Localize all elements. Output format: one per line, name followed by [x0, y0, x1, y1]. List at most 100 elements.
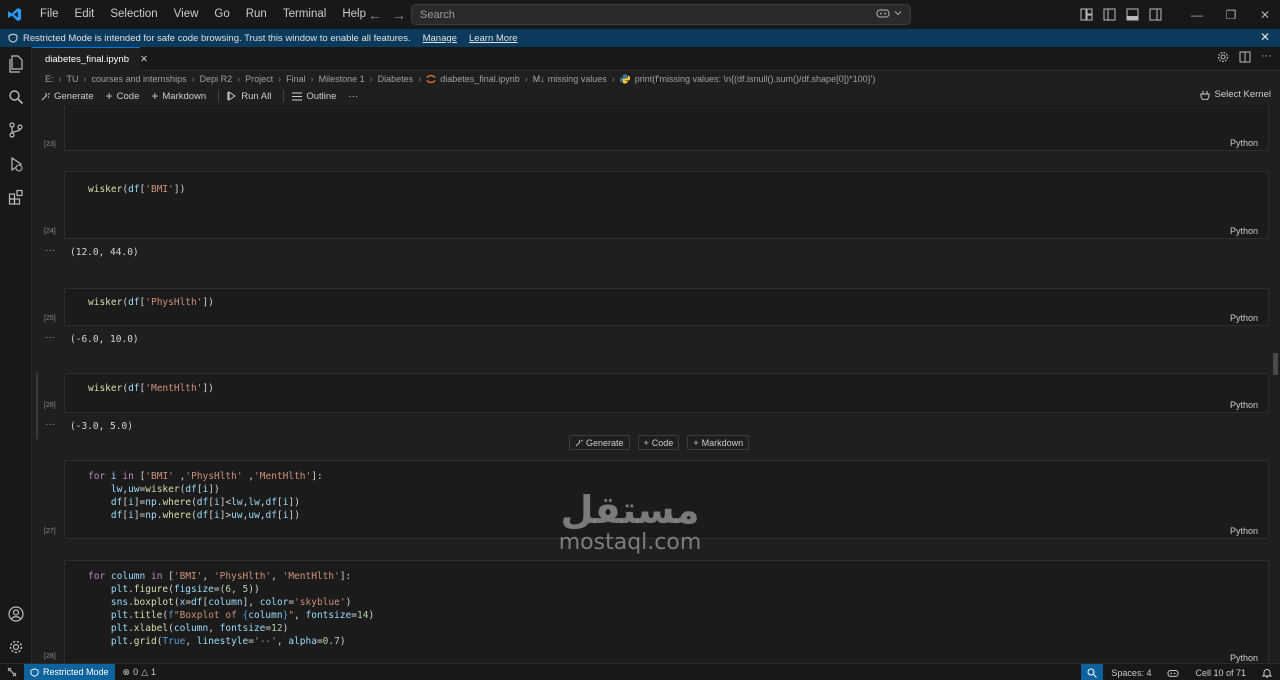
account-icon[interactable] — [6, 604, 26, 624]
customize-layout-icon[interactable] — [1080, 8, 1093, 21]
forward-arrow-icon[interactable]: → — [392, 7, 406, 23]
settings-gear-icon[interactable] — [1217, 51, 1229, 63]
code-cell[interactable]: wisker(df['PhysHlth']) Python — [64, 288, 1269, 326]
close-window-icon[interactable]: ✕ — [1248, 8, 1280, 22]
cell-code[interactable]: wisker(df['BMI']) — [88, 183, 185, 196]
outline-button[interactable]: Outline — [292, 91, 336, 102]
notifications-bell-icon[interactable] — [1254, 668, 1280, 678]
learn-more-link[interactable]: Learn More — [469, 33, 518, 44]
cell-code[interactable]: for column in ['BMI', 'PhysHlth', 'MentH… — [88, 570, 374, 648]
kernel-icon — [1200, 90, 1210, 100]
restricted-mode-button[interactable]: Restricted Mode — [24, 663, 115, 680]
explorer-icon[interactable] — [6, 54, 26, 74]
breadcrumb-item[interactable]: missing values — [548, 74, 607, 84]
manage-link[interactable]: Manage — [423, 33, 457, 44]
execution-count: [23] — [44, 141, 56, 148]
menu-selection[interactable]: Selection — [102, 0, 165, 29]
run-all-button[interactable]: Run All — [227, 91, 271, 102]
insert-markdown-button[interactable]: + Markdown — [687, 435, 750, 450]
minimize-icon[interactable]: — — [1180, 8, 1214, 22]
indentation-status[interactable]: Spaces: 4 — [1103, 668, 1159, 678]
breadcrumb-item[interactable]: courses and internships — [92, 74, 187, 84]
breadcrumb-item[interactable]: Final — [286, 74, 306, 84]
extensions-icon[interactable] — [6, 187, 26, 207]
split-editor-icon[interactable] — [1239, 51, 1251, 63]
close-icon[interactable]: ✕ — [1260, 30, 1270, 44]
execution-count: [25] — [44, 315, 56, 322]
code-cell[interactable]: for column in ['BMI', 'PhysHlth', 'MentH… — [64, 560, 1269, 663]
insert-markdown-label: Markdown — [701, 437, 744, 448]
breadcrumb-item[interactable]: Milestone 1 — [319, 74, 365, 84]
more-actions-icon[interactable]: ··· — [1261, 51, 1272, 63]
scrollbar-thumb[interactable] — [1273, 353, 1278, 375]
insert-generate-label: Generate — [586, 437, 624, 448]
python-icon — [619, 74, 630, 84]
menu-go[interactable]: Go — [206, 0, 237, 29]
toggle-secondary-sidebar-icon[interactable] — [1149, 8, 1162, 21]
cell-language[interactable]: Python — [1230, 313, 1258, 323]
error-icon: ⊗ — [122, 666, 131, 677]
back-arrow-icon[interactable]: ← — [368, 7, 382, 23]
insert-code-button[interactable]: + Code — [637, 435, 680, 450]
status-bar: Restricted Mode ⊗ 0 △ 1 Spaces: 4 Cell 1… — [0, 663, 1280, 680]
breadcrumb-item[interactable]: E: — [45, 74, 54, 84]
code-cell[interactable]: wisker(df['MentHlth']) Python — [64, 373, 1269, 413]
menu-edit[interactable]: Edit — [67, 0, 103, 29]
cell-output: (12.0, 44.0) — [70, 247, 139, 258]
more-actions-icon[interactable]: ··· — [348, 91, 358, 102]
breadcrumb-item[interactable]: Diabetes — [378, 74, 414, 84]
menu-terminal[interactable]: Terminal — [275, 0, 334, 29]
select-kernel-label: Select Kernel — [1214, 89, 1271, 100]
menu-view[interactable]: View — [166, 0, 207, 29]
add-code-button[interactable]: + Code — [106, 89, 140, 103]
toggle-primary-sidebar-icon[interactable] — [1103, 8, 1116, 21]
code-label: Code — [116, 90, 140, 102]
copilot-menu[interactable] — [876, 7, 902, 19]
copilot-status-icon[interactable] — [1159, 668, 1187, 678]
search-icon[interactable] — [6, 87, 26, 107]
breadcrumb-item[interactable]: Project — [245, 74, 273, 84]
add-markdown-button[interactable]: + Markdown — [151, 89, 206, 103]
toggle-panel-icon[interactable] — [1126, 8, 1139, 21]
run-debug-icon[interactable] — [6, 154, 26, 174]
source-control-icon[interactable] — [6, 120, 26, 140]
plus-icon: + — [693, 437, 699, 448]
output-more-icon[interactable]: ··· — [45, 419, 55, 430]
run-all-label: Run All — [241, 90, 272, 102]
cell-language[interactable]: Python — [1230, 226, 1258, 236]
output-more-icon[interactable]: ··· — [45, 332, 55, 343]
breadcrumb-item[interactable]: diabetes_final.ipynb — [440, 74, 520, 84]
tab-diabetes-final[interactable]: diabetes_final.ipynb ✕ — [32, 47, 148, 71]
tab-close-icon[interactable]: ✕ — [140, 54, 148, 65]
breadcrumb-item[interactable]: TU — [67, 74, 79, 84]
cell-language[interactable]: Python — [1230, 138, 1258, 148]
gear-icon[interactable] — [6, 637, 26, 657]
code-cell[interactable]: Python — [64, 105, 1269, 151]
insert-generate-button[interactable]: Generate — [569, 435, 630, 450]
zoom-icon[interactable] — [1081, 664, 1104, 680]
cell-code[interactable]: wisker(df['PhysHlth']) — [88, 296, 214, 309]
problems-indicator[interactable]: ⊗ 0 △ 1 — [123, 667, 157, 678]
insert-cell-toolbar: Generate + Code + Markdown — [569, 435, 750, 450]
execution-count: [26] — [44, 402, 56, 409]
generate-button[interactable]: Generate — [41, 91, 94, 102]
cell-language[interactable]: Python — [1230, 526, 1258, 536]
output-more-icon[interactable]: ··· — [45, 245, 55, 256]
code-cell[interactable]: wisker(df['BMI']) Python — [64, 171, 1269, 239]
select-kernel-button[interactable]: Select Kernel — [1200, 89, 1271, 100]
cell-code[interactable]: wisker(df['MentHlth']) — [88, 382, 214, 395]
cell-code[interactable]: for i in ['BMI' ,'PhysHlth' ,'MentHlth']… — [88, 470, 323, 522]
remote-indicator-icon[interactable] — [0, 664, 24, 680]
tab-title: diabetes_final.ipynb — [45, 54, 129, 65]
cell-language[interactable]: Python — [1230, 653, 1258, 663]
command-center-search[interactable]: Search — [411, 4, 911, 25]
breadcrumb-item[interactable]: print(f'missing values: \n{(df.isnull().… — [635, 74, 876, 84]
menu-file[interactable]: File — [32, 0, 67, 29]
restore-icon[interactable]: ❐ — [1214, 8, 1248, 22]
breadcrumb-item[interactable]: Depi R2 — [200, 74, 233, 84]
cell-position-status[interactable]: Cell 10 of 71 — [1187, 668, 1254, 678]
cell-language[interactable]: Python — [1230, 400, 1258, 410]
menu-run[interactable]: Run — [238, 0, 275, 29]
copilot-icon — [876, 9, 890, 18]
execution-count: [27] — [44, 528, 56, 535]
